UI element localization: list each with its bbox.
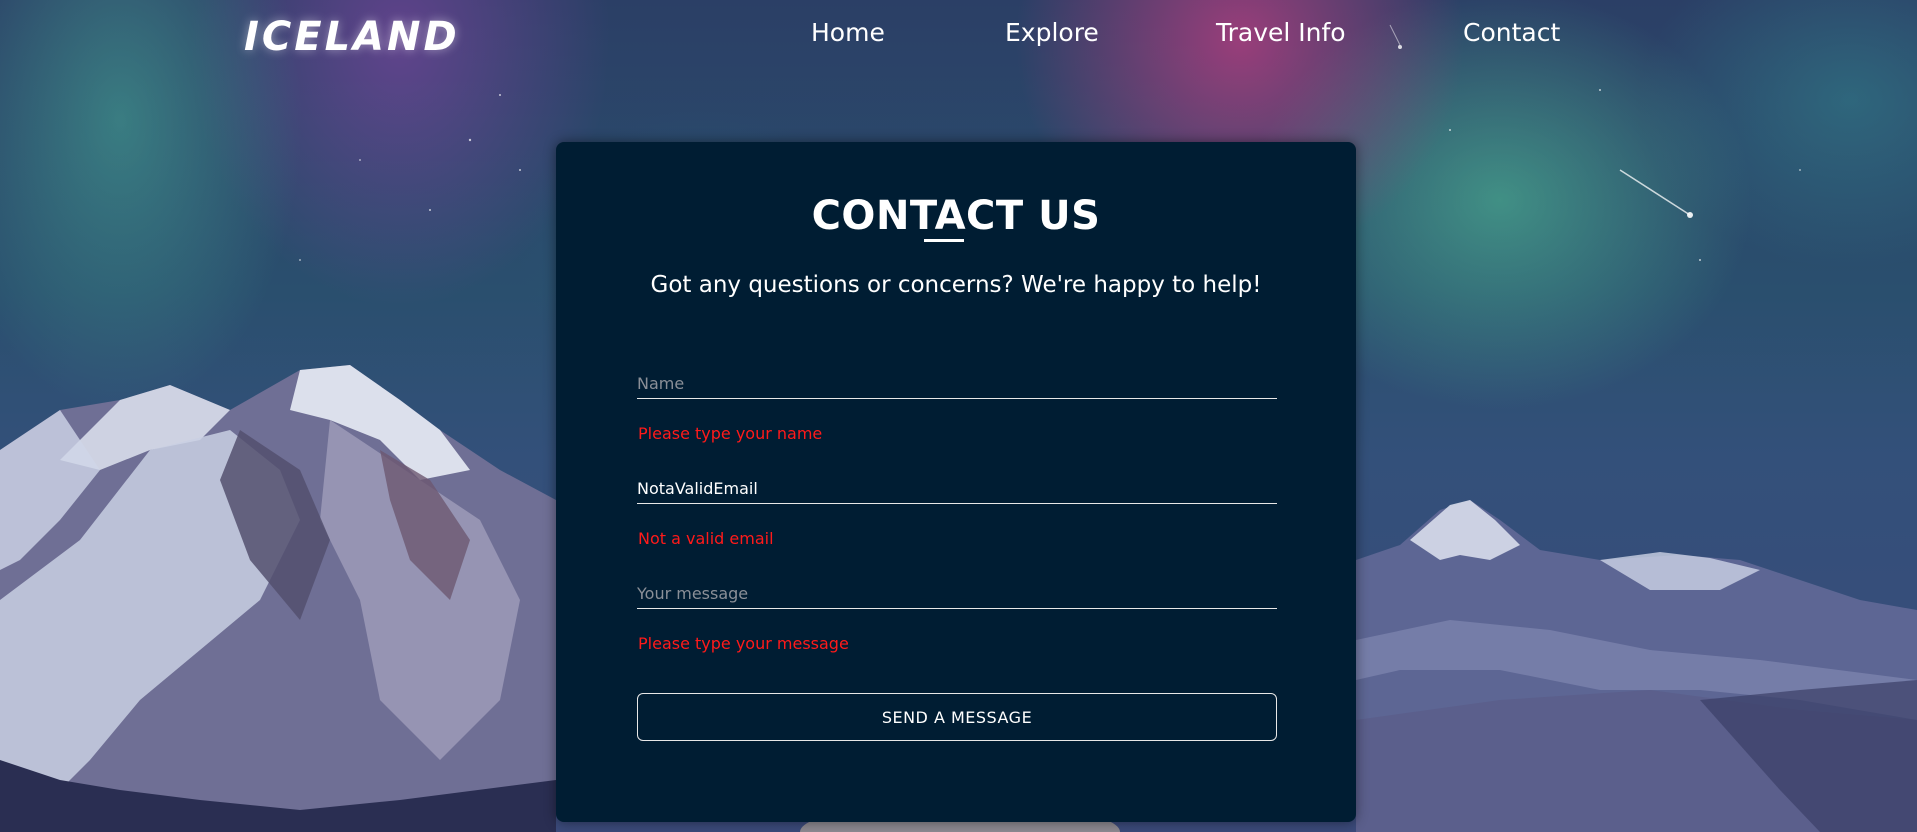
nav-contact-link[interactable]: Contact [1463,18,1560,47]
email-error: Not a valid email [638,529,774,548]
main-nav: Home Explore Travel Info Contact [0,18,1917,54]
email-input[interactable] [637,473,1277,504]
send-message-button[interactable]: SEND A MESSAGE [637,693,1277,741]
name-input[interactable] [637,368,1277,399]
message-error: Please type your message [638,634,849,653]
contact-card: CONTACT US Got any questions or concerns… [556,142,1356,822]
name-error: Please type your name [638,424,823,443]
contact-title: CONTACT US [811,193,1101,239]
nav-home-link[interactable]: Home [811,18,885,47]
message-input[interactable] [637,578,1277,609]
page: ICELAND Home Explore Travel Info Contact… [0,0,1917,832]
nav-explore-link[interactable]: Explore [1005,18,1099,47]
title-underline [924,239,964,242]
nav-travel-info-link[interactable]: Travel Info [1216,18,1346,47]
contact-subtitle: Got any questions or concerns? We're hap… [650,272,1262,298]
